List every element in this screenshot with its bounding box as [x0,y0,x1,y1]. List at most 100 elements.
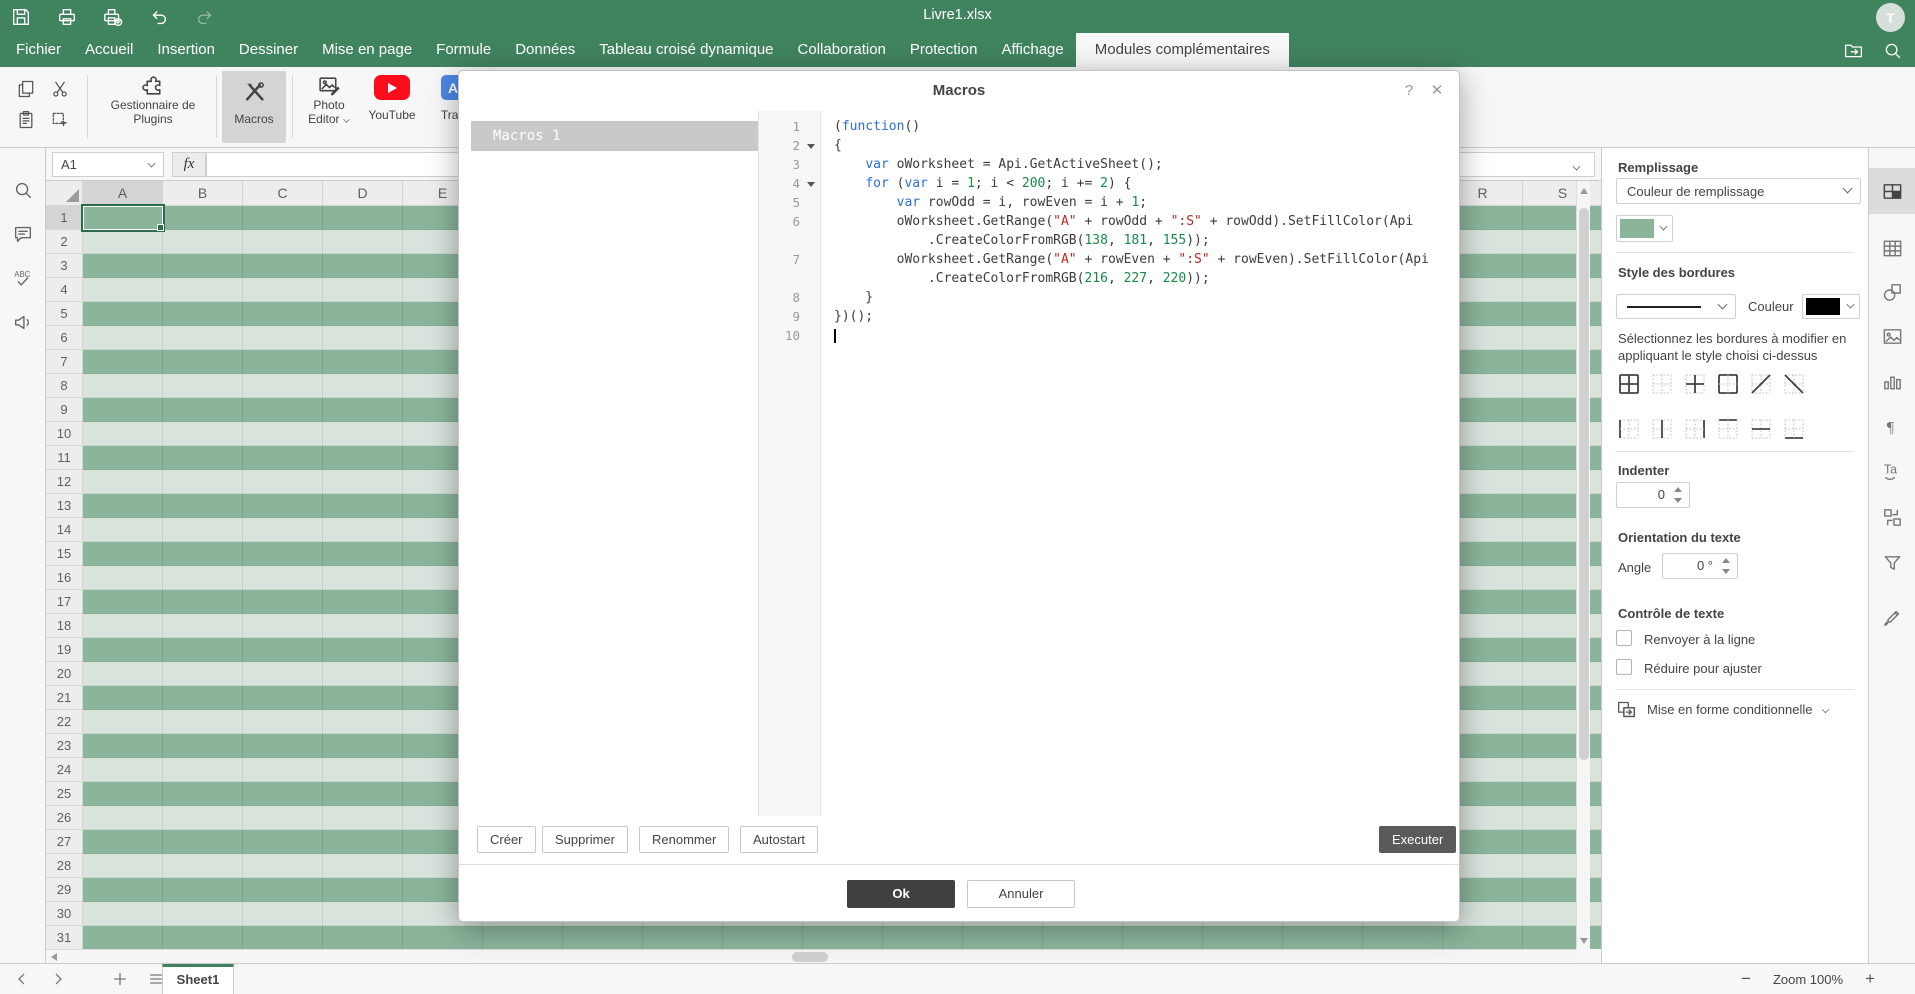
dialog-header[interactable]: Macros ? ✕ [459,71,1459,111]
select-all-corner[interactable] [46,181,83,206]
row-header-18[interactable]: 18 [46,614,83,638]
row-header-13[interactable]: 13 [46,494,83,518]
row-header-30[interactable]: 30 [46,902,83,926]
feedback-icon[interactable] [12,311,34,333]
row-header-28[interactable]: 28 [46,854,83,878]
paste-icon[interactable] [16,110,36,130]
row-header-3[interactable]: 3 [46,254,83,278]
row-header-1[interactable]: 1 [46,206,83,230]
create-macro-button[interactable]: Créer [477,826,536,853]
row-header-20[interactable]: 20 [46,662,83,686]
angle-stepper[interactable]: 0 ° [1662,553,1738,579]
plugin-manager-button[interactable]: Gestionnaire de Plugins [92,73,214,126]
next-sheet-icon[interactable] [50,971,66,987]
row-header-6[interactable]: 6 [46,326,83,350]
menu-tab-tableau-crois-dynamique[interactable]: Tableau croisé dynamique [587,33,785,67]
row-header-2[interactable]: 2 [46,230,83,254]
image-settings-tab[interactable] [1869,313,1915,359]
border-all-button[interactable] [1618,373,1640,395]
column-header-A[interactable]: A [83,181,163,205]
text-settings-tab[interactable]: ¶ [1869,403,1915,449]
prev-sheet-icon[interactable] [14,971,30,987]
macro-list-item[interactable]: Macros 1 [471,121,758,151]
row-header-19[interactable]: 19 [46,638,83,662]
rename-macro-button[interactable]: Renommer [639,826,729,853]
shape-settings-tab[interactable] [1869,269,1915,315]
macros-button[interactable]: Macros [222,71,286,143]
open-file-location-icon[interactable] [1843,40,1864,61]
slicer-settings-tab[interactable] [1869,540,1915,586]
menu-tab-donn-es[interactable]: Données [503,33,587,67]
signature-settings-tab[interactable] [1869,594,1915,640]
row-header-17[interactable]: 17 [46,590,83,614]
border-none-button[interactable] [1651,373,1673,395]
border-inside-button[interactable] [1684,373,1706,395]
border-diagonal-up-button[interactable] [1750,373,1772,395]
menu-tab-insertion[interactable]: Insertion [145,33,227,67]
fill-type-dropdown[interactable]: Couleur de remplissage [1616,178,1861,204]
row-header-23[interactable]: 23 [46,734,83,758]
border-diagonal-down-button[interactable] [1783,373,1805,395]
border-right-button[interactable] [1684,418,1706,440]
cancel-button[interactable]: Annuler [967,880,1075,908]
vertical-scrollbar[interactable] [1576,181,1590,949]
scroll-left-icon[interactable] [51,953,57,961]
stepper-up-icon[interactable] [1674,487,1682,492]
spellcheck-icon[interactable]: ABC [12,267,34,289]
menu-tab-mise-en-page[interactable]: Mise en page [310,33,424,67]
row-header-5[interactable]: 5 [46,302,83,326]
scroll-down-icon[interactable] [1580,938,1588,944]
pivot-table-settings-tab[interactable] [1869,494,1915,540]
stepper-down-icon[interactable] [1722,569,1730,574]
row-header-9[interactable]: 9 [46,398,83,422]
dialog-help-button[interactable]: ? [1401,71,1417,111]
copy-icon[interactable] [16,79,36,99]
row-header-29[interactable]: 29 [46,878,83,902]
row-header-21[interactable]: 21 [46,686,83,710]
row-header-22[interactable]: 22 [46,710,83,734]
menu-tab-collaboration[interactable]: Collaboration [786,33,898,67]
row-header-27[interactable]: 27 [46,830,83,854]
chart-settings-tab[interactable] [1869,358,1915,404]
row-header-11[interactable]: 11 [46,446,83,470]
shrink-to-fit-checkbox[interactable] [1616,659,1632,675]
table-settings-tab[interactable] [1869,225,1915,271]
menu-tab-accueil[interactable]: Accueil [73,33,145,67]
row-header-14[interactable]: 14 [46,518,83,542]
fold-arrow-icon[interactable] [807,144,815,149]
sheet-tab[interactable]: Sheet1 [162,964,234,994]
menu-tab-formule[interactable]: Formule [424,33,503,67]
border-outside-button[interactable] [1717,373,1739,395]
macro-list[interactable]: Macros 1 [471,111,758,816]
zoom-in-button[interactable]: + [1865,969,1875,989]
column-header-C[interactable]: C [243,181,323,205]
border-inside-horizontal-button[interactable] [1750,418,1772,440]
find-icon[interactable] [12,179,34,201]
scroll-up-icon[interactable] [1580,188,1588,194]
insert-function-button[interactable]: fx [172,152,206,177]
menu-tab-fichier[interactable]: Fichier [4,33,73,67]
column-header-B[interactable]: B [163,181,243,205]
indent-stepper[interactable]: 0 [1616,482,1690,508]
conditional-formatting-button[interactable]: Mise en forme conditionnelle [1616,699,1829,720]
formula-bar-collapse-icon[interactable] [1573,163,1581,171]
zoom-level[interactable]: Zoom 100% [1773,972,1843,987]
horizontal-scrollbar[interactable] [46,949,1576,963]
column-header-D[interactable]: D [323,181,403,205]
code-editor[interactable]: 12345678910 (function(){ var oWorksheet … [758,111,1449,816]
youtube-button[interactable]: YouTube [362,75,422,122]
ok-button[interactable]: Ok [847,880,955,908]
border-bottom-button[interactable] [1783,418,1805,440]
row-header-7[interactable]: 7 [46,350,83,374]
editor-code[interactable]: (function(){ var oWorksheet = Api.GetAct… [822,111,1449,816]
horizontal-scroll-thumb[interactable] [792,952,828,962]
sheet-row-31[interactable] [83,926,1601,949]
row-header-26[interactable]: 26 [46,806,83,830]
menu-tab-modules-compl-mentaires[interactable]: Modules complémentaires [1076,33,1289,67]
row-header-8[interactable]: 8 [46,374,83,398]
border-style-dropdown[interactable] [1616,294,1736,319]
name-box-chevron-icon[interactable] [148,160,156,168]
fold-arrow-icon[interactable] [807,182,815,187]
autostart-button[interactable]: Autostart [740,826,818,853]
menu-tab-dessiner[interactable]: Dessiner [227,33,310,67]
